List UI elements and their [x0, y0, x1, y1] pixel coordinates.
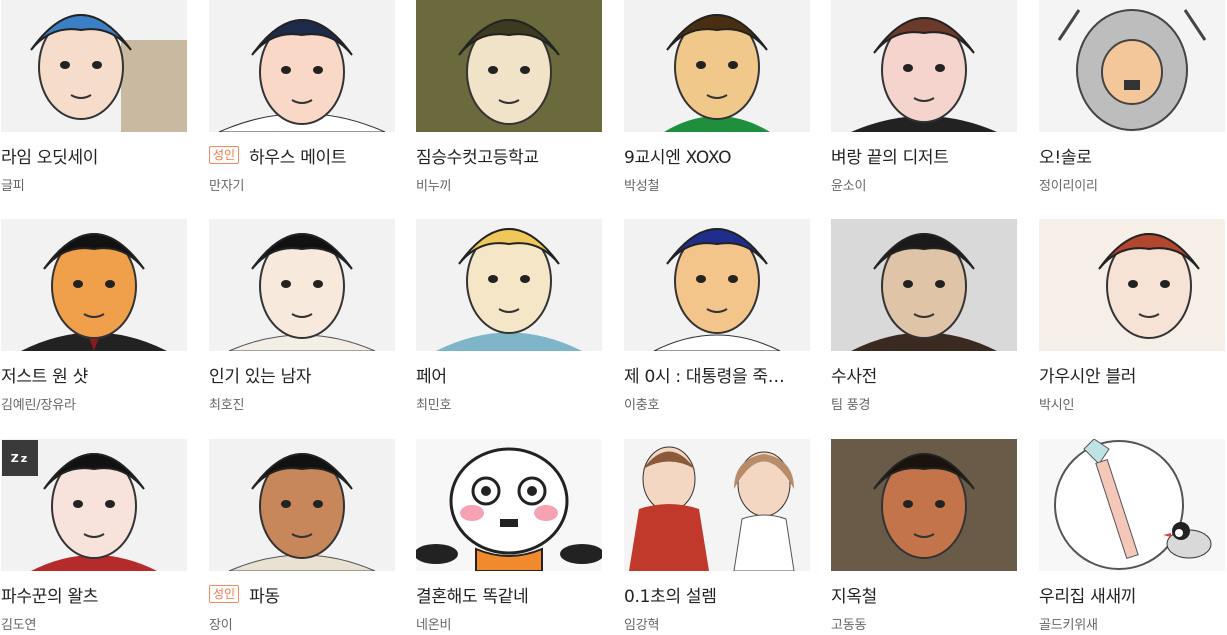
webtoon-title-row: 성인 파동: [209, 582, 409, 606]
webtoon-title-row: 라임 오딧세이: [1, 143, 201, 168]
webtoon-thumbnail[interactable]: [1, 0, 187, 132]
webtoon-author: 장이: [209, 618, 233, 633]
webtoon-author: 팀 풍경: [831, 398, 871, 413]
webtoon-author: 김도연: [1, 618, 37, 633]
webtoon-author: 박시인: [1039, 398, 1075, 413]
webtoon-title-row: 제 0시 : 대통령을 죽…: [624, 362, 824, 387]
webtoon-title[interactable]: 9교시엔 XOXO: [624, 143, 731, 168]
webtoon-author: 고동동: [831, 618, 867, 633]
webtoon-title-row: 인기 있는 남자: [209, 362, 409, 387]
webtoon-title[interactable]: 수사전: [831, 362, 877, 387]
webtoon-thumbnail[interactable]: [624, 219, 810, 351]
webtoon-title-row: 짐승수컷고등학교: [416, 143, 616, 168]
webtoon-thumbnail[interactable]: [624, 0, 810, 132]
webtoon-author: 임강혁: [624, 618, 660, 633]
webtoon-thumbnail[interactable]: [624, 439, 810, 571]
webtoon-author: 골드키위새: [1039, 618, 1098, 633]
webtoon-thumbnail[interactable]: [831, 219, 1017, 351]
webtoon-title[interactable]: 파동: [249, 582, 280, 607]
webtoon-author: 네온비: [416, 618, 452, 633]
thumbnail-art: [624, 0, 810, 132]
webtoon-title[interactable]: 라임 오딧세이: [1, 143, 98, 168]
webtoon-thumbnail[interactable]: [416, 219, 602, 351]
webtoon-author: 최민호: [416, 398, 452, 413]
webtoon-title[interactable]: 짐승수컷고등학교: [416, 143, 539, 168]
webtoon-author: 김예린/장유라: [1, 398, 76, 413]
webtoon-author: 만자기: [209, 179, 245, 194]
webtoon-thumbnail[interactable]: [1039, 439, 1225, 571]
webtoon-title-row: 파수꾼의 왈츠: [1, 582, 201, 607]
webtoon-title-row: 우리집 새새끼: [1039, 582, 1227, 607]
webtoon-grid: 라임 오딧세이글피 성인 하우스 메이트만자기 짐승수컷고등학교비누끼 9교시엔 …: [0, 0, 1227, 635]
adult-badge: 성인: [209, 146, 240, 164]
webtoon-author: 박성철: [624, 179, 660, 194]
webtoon-title[interactable]: 벼랑 끝의 디저트: [831, 143, 949, 168]
webtoon-title-row: 오!솔로: [1039, 143, 1227, 168]
thumbnail-art: [831, 0, 1017, 132]
webtoon-thumbnail[interactable]: [416, 439, 602, 571]
webtoon-title-row: 벼랑 끝의 디저트: [831, 143, 1031, 168]
adult-badge: 성인: [209, 585, 240, 603]
webtoon-title[interactable]: 파수꾼의 왈츠: [1, 582, 98, 607]
webtoon-author: 정이리이리: [1039, 179, 1098, 194]
thumbnail-art: [416, 0, 602, 132]
thumbnail-art: [416, 439, 602, 571]
thumbnail-art: [831, 219, 1017, 351]
webtoon-title[interactable]: 하우스 메이트: [249, 143, 346, 168]
webtoon-author: 이충호: [624, 398, 660, 413]
webtoon-author: 최호진: [209, 398, 245, 413]
thumbnail-art: [1039, 439, 1225, 571]
webtoon-author: 비누끼: [416, 179, 452, 194]
webtoon-thumbnail[interactable]: [209, 219, 395, 351]
webtoon-title-row: 저스트 원 샷: [1, 362, 201, 387]
webtoon-thumbnail[interactable]: [831, 0, 1017, 132]
thumbnail-art: [1039, 219, 1225, 351]
sleep-badge: Zz: [2, 440, 38, 476]
webtoon-title[interactable]: 오!솔로: [1039, 143, 1092, 168]
thumbnail-art: [624, 219, 810, 351]
webtoon-title[interactable]: 페어: [416, 362, 447, 387]
webtoon-thumbnail[interactable]: [831, 439, 1017, 571]
thumbnail-art: [209, 219, 395, 351]
webtoon-thumbnail[interactable]: [1039, 0, 1225, 132]
thumbnail-art: [209, 0, 395, 132]
thumbnail-art: [1039, 0, 1225, 132]
thumbnail-art: [624, 439, 810, 571]
webtoon-thumbnail[interactable]: [209, 439, 395, 571]
webtoon-title[interactable]: 지옥철: [831, 582, 877, 607]
webtoon-title[interactable]: 가우시안 블러: [1039, 362, 1136, 387]
webtoon-title[interactable]: 제 0시 : 대통령을 죽…: [624, 362, 784, 387]
webtoon-thumbnail[interactable]: [1039, 219, 1225, 351]
thumbnail-art: [209, 439, 395, 571]
webtoon-title[interactable]: 0.1초의 설렘: [624, 582, 717, 607]
webtoon-title-row: 0.1초의 설렘: [624, 582, 824, 607]
webtoon-title[interactable]: 결혼해도 똑같네: [416, 582, 528, 607]
webtoon-thumbnail[interactable]: [1, 219, 187, 351]
thumbnail-art: [1, 0, 187, 132]
webtoon-title[interactable]: 저스트 원 샷: [1, 362, 88, 387]
webtoon-author: 글피: [1, 179, 25, 194]
webtoon-title-row: 성인 하우스 메이트: [209, 143, 409, 167]
webtoon-thumbnail[interactable]: [416, 0, 602, 132]
webtoon-title-row: 지옥철: [831, 582, 1031, 607]
webtoon-title-row: 결혼해도 똑같네: [416, 582, 616, 607]
thumbnail-art: [1, 219, 187, 351]
webtoon-thumbnail[interactable]: [209, 0, 395, 132]
thumbnail-art: [831, 439, 1017, 571]
webtoon-title[interactable]: 인기 있는 남자: [209, 362, 311, 387]
webtoon-author: 윤소이: [831, 179, 867, 194]
thumbnail-art: [416, 219, 602, 351]
webtoon-thumbnail[interactable]: Zz: [1, 439, 187, 571]
webtoon-title-row: 가우시안 블러: [1039, 362, 1227, 387]
webtoon-title-row: 9교시엔 XOXO: [624, 143, 824, 168]
webtoon-title-row: 수사전: [831, 362, 1031, 387]
webtoon-title-row: 페어: [416, 362, 616, 387]
webtoon-title[interactable]: 우리집 새새끼: [1039, 582, 1136, 607]
